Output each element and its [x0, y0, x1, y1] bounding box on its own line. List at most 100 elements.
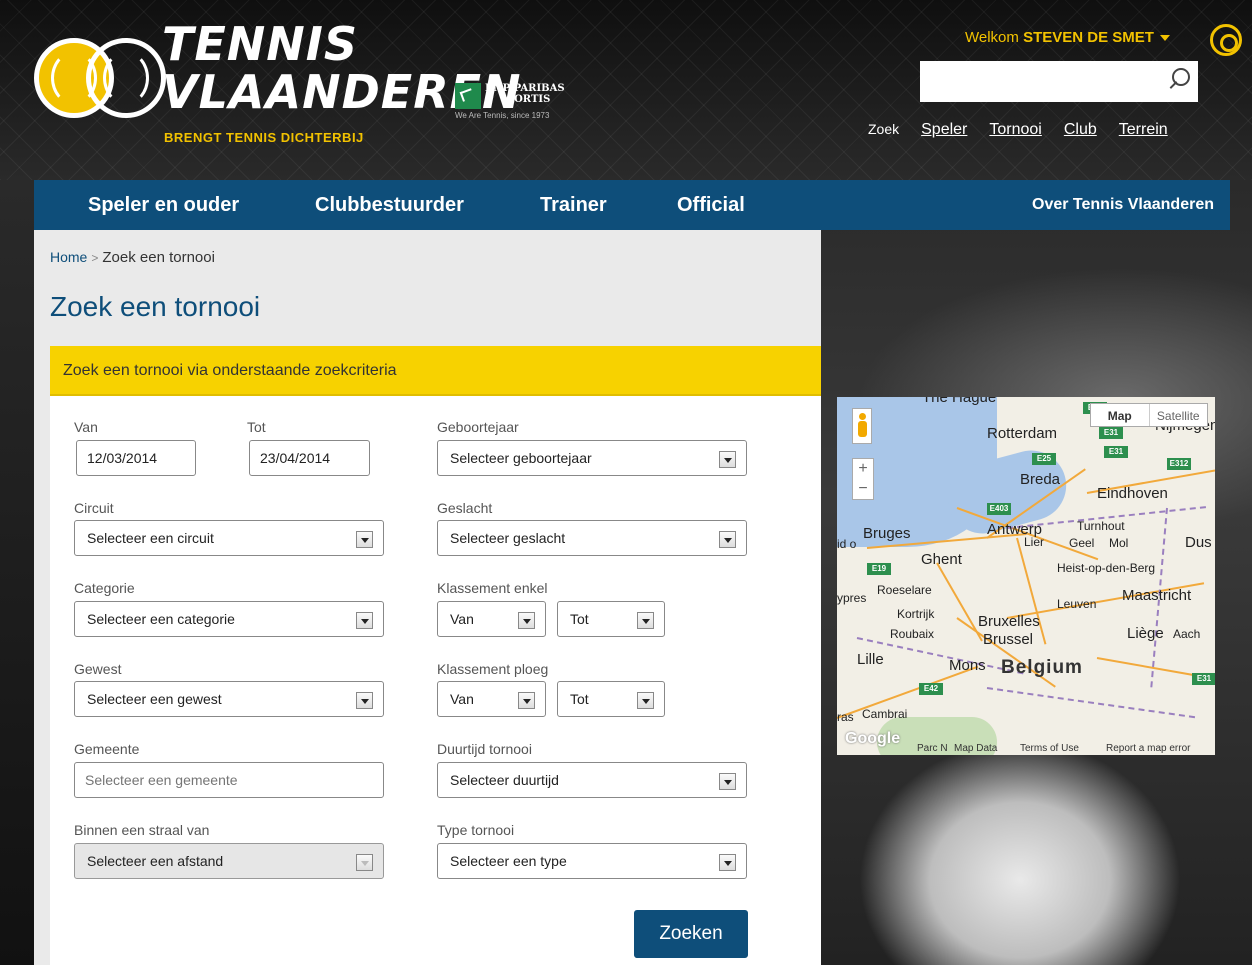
street-view-pegman-icon[interactable] — [852, 408, 872, 444]
map-zoom-control: + − — [852, 458, 874, 500]
gemeente-input[interactable] — [74, 762, 384, 798]
bnp-paribas-icon — [455, 83, 481, 109]
dropdown-arrow-icon — [719, 773, 736, 790]
nav-official[interactable]: Official — [677, 194, 745, 217]
straal-value: Selecteer een afstand — [87, 853, 224, 869]
map-type-map-button[interactable]: Map — [1091, 404, 1150, 426]
road-shield: E19 — [867, 563, 891, 575]
dropdown-arrow-icon — [518, 692, 535, 709]
map-label-west: id o — [837, 537, 857, 551]
dropdown-arrow-icon — [356, 854, 373, 871]
duurtijd-value: Selecteer duurtijd — [450, 772, 559, 788]
road-shield: E25 — [1032, 453, 1056, 465]
map-label-rotterdam: Rotterdam — [987, 425, 1058, 442]
zoom-out-button[interactable]: − — [853, 479, 873, 499]
zoom-in-button[interactable]: + — [853, 459, 873, 479]
nav-trainer[interactable]: Trainer — [540, 194, 607, 217]
geboortejaar-value: Selecteer geboortejaar — [450, 450, 592, 466]
map-label-geel: Geel — [1069, 536, 1095, 550]
gewest-value: Selecteer een gewest — [87, 691, 222, 707]
map-label-cambrai: Cambrai — [862, 707, 908, 721]
categorie-select[interactable]: Selecteer een categorie — [74, 601, 384, 637]
map-footer: Parc N Map Data Terms of Use Report a ma… — [837, 742, 1215, 756]
dropdown-arrow-icon — [719, 451, 736, 468]
tennis-vlaanderen-logo[interactable]: TENNIS VLAANDEREN BRENGT TENNIS DICHTERB… — [34, 20, 521, 150]
duurtijd-select[interactable]: Selecteer duurtijd — [437, 762, 747, 798]
klassement-ploeg-van-value: Van — [450, 691, 474, 707]
geboortejaar-select[interactable]: Selecteer geboortejaar — [437, 440, 747, 476]
logout-icon[interactable] — [1210, 24, 1242, 56]
search-link-terrein[interactable]: Terrein — [1119, 121, 1168, 139]
circuit-select[interactable]: Selecteer een circuit — [74, 520, 384, 556]
map-terms-link[interactable]: Terms of Use — [1020, 743, 1079, 754]
tournament-map[interactable]: E31 E31 E25 E31 E312 E403 E19 E42 E31 Th… — [837, 397, 1215, 755]
search-link-speler[interactable]: Speler — [921, 121, 967, 139]
logo-tagline: BRENGT TENNIS DICHTERBIJ — [164, 130, 364, 145]
circuit-label: Circuit — [74, 500, 114, 516]
map-label-roeselare: Roeselare — [877, 583, 932, 597]
map-label-arras: ras — [837, 710, 854, 724]
map-label-lille: Lille — [857, 651, 884, 668]
straal-label: Binnen een straal van — [74, 822, 210, 838]
nav-clubbestuurder[interactable]: Clubbestuurder — [315, 194, 464, 217]
nav-over-tennis-vlaanderen[interactable]: Over Tennis Vlaanderen — [1032, 196, 1214, 214]
sponsor-logo[interactable]: BNP PARIBAS FORTIS We Are Tennis, since … — [455, 83, 585, 123]
map-type-satellite-button[interactable]: Satellite — [1150, 404, 1208, 426]
breadcrumb-current: Zoek een tornooi — [102, 249, 215, 266]
search-type-label: Zoek — [868, 121, 900, 137]
gewest-label: Gewest — [74, 661, 122, 677]
dropdown-arrow-icon — [637, 612, 654, 629]
map-label-mons: Mons — [949, 657, 986, 674]
geslacht-label: Geslacht — [437, 500, 493, 516]
tot-label: Tot — [247, 419, 266, 435]
type-tornooi-value: Selecteer een type — [450, 853, 567, 869]
gewest-select[interactable]: Selecteer een gewest — [74, 681, 384, 717]
tennis-ball-outline-icon — [86, 38, 166, 118]
breadcrumb: Home > Zoek een tornooi — [50, 249, 215, 266]
klassement-ploeg-label: Klassement ploeg — [437, 661, 549, 677]
map-label-eindhoven: Eindhoven — [1097, 485, 1168, 502]
straal-select[interactable]: Selecteer een afstand — [74, 843, 384, 879]
search-input[interactable] — [920, 61, 1198, 102]
nav-speler-en-ouder[interactable]: Speler en ouder — [88, 194, 239, 217]
road-shield: E312 — [1167, 458, 1191, 470]
date-from-input[interactable] — [76, 440, 196, 476]
map-data-link[interactable]: Map Data — [954, 743, 997, 754]
klassement-enkel-tot-select[interactable]: Tot — [557, 601, 665, 637]
search-link-tornooi[interactable]: Tornooi — [989, 121, 1041, 139]
user-menu[interactable]: Welkom STEVEN DE SMET — [965, 29, 1170, 46]
map-label-brussel: Brussel — [983, 631, 1034, 648]
search-link-club[interactable]: Club — [1064, 121, 1097, 139]
circuit-value: Selecteer een circuit — [87, 530, 214, 546]
klassement-ploeg-van-select[interactable]: Van — [437, 681, 546, 717]
dropdown-arrow-icon — [356, 612, 373, 629]
sponsor-name-line2: FORTIS — [507, 94, 551, 105]
geslacht-value: Selecteer geslacht — [450, 530, 566, 546]
road-shield: E31 — [1099, 427, 1123, 439]
sponsor-subtitle: We Are Tennis, since 1973 — [455, 111, 550, 120]
dropdown-arrow-icon — [356, 692, 373, 709]
klassement-ploeg-tot-select[interactable]: Tot — [557, 681, 665, 717]
dropdown-arrow-icon — [518, 612, 535, 629]
user-name: STEVEN DE SMET — [1023, 29, 1154, 46]
breadcrumb-home[interactable]: Home — [50, 249, 87, 265]
geslacht-select[interactable]: Selecteer geslacht — [437, 520, 747, 556]
map-border — [986, 687, 1196, 719]
klassement-enkel-van-select[interactable]: Van — [437, 601, 546, 637]
map-label-liege: Liège — [1127, 625, 1164, 642]
search-icon[interactable] — [1168, 68, 1192, 94]
klassement-ploeg-tot-value: Tot — [570, 691, 589, 707]
map-label-aachen: Aach — [1173, 627, 1201, 641]
date-to-input[interactable] — [249, 440, 370, 476]
klassement-enkel-van-value: Van — [450, 611, 474, 627]
zoeken-button[interactable]: Zoeken — [634, 910, 748, 958]
map-label-dus: Dus — [1185, 534, 1212, 551]
map-label-heist: Heist-op-den-Berg — [1057, 561, 1156, 575]
type-tornooi-label: Type tornooi — [437, 822, 515, 838]
map-label-the-hague: The Hague — [922, 397, 997, 406]
map-report-error-link[interactable]: Report a map error — [1106, 743, 1190, 754]
search-type-links: Zoek Speler Tornooi Club Terrein — [868, 121, 1190, 139]
type-tornooi-select[interactable]: Selecteer een type — [437, 843, 747, 879]
duurtijd-label: Duurtijd tornooi — [437, 741, 532, 757]
map-type-control: Map Satellite — [1090, 403, 1208, 427]
